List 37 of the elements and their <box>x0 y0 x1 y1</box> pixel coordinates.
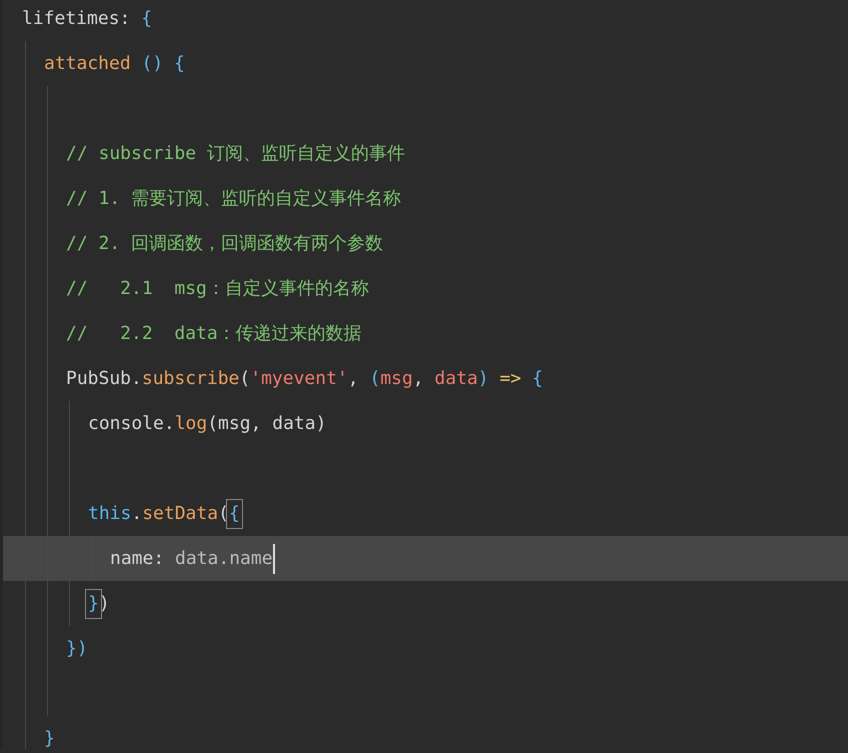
code-text: ) <box>98 592 110 616</box>
code-text: } <box>44 727 55 749</box>
code-text: data.name <box>175 547 273 572</box>
code-text: data <box>434 367 478 392</box>
code-text: PubSub. <box>66 367 142 392</box>
code-text: ( <box>369 367 380 392</box>
code-text: }) <box>66 637 88 662</box>
code-text: // 2.2 data：传递过来的数据 <box>66 322 362 346</box>
text-cursor <box>272 544 275 574</box>
code-text: ( <box>218 502 229 526</box>
code-text: // subscribe 订阅、监听自定义的事件 <box>66 142 405 166</box>
code-text: log <box>174 412 208 436</box>
code-text: { <box>228 502 240 526</box>
code-text: console. <box>88 412 175 436</box>
code-text: (msg, data) <box>207 412 326 436</box>
code-text: // 2.1 msg：自定义事件的名称 <box>66 277 369 302</box>
code-text: { <box>531 367 543 392</box>
code-text: , <box>348 367 360 392</box>
code-text: , <box>412 367 425 392</box>
code-text: // 2. 回调函数，回调函数有两个参数 <box>66 232 384 256</box>
code-text: () { <box>140 52 185 76</box>
code-text: setData <box>142 502 218 526</box>
code-text: attached <box>44 52 131 76</box>
code-text: lifetimes: <box>22 7 132 32</box>
code-text: ( <box>239 367 250 392</box>
code-editor[interactable] <box>0 0 848 749</box>
code-text: msg <box>380 367 413 392</box>
code-text: // 1. 需要订阅、监听的自定义事件名称 <box>66 187 402 212</box>
code-text: subscribe <box>142 367 240 392</box>
code-text: 'myevent' <box>250 367 348 392</box>
code-text: ) <box>478 367 489 392</box>
code-text: name: <box>110 547 166 572</box>
code-text: { <box>141 7 152 32</box>
code-text: this <box>88 502 132 526</box>
code-text: } <box>88 592 99 616</box>
code-text: => <box>498 367 522 392</box>
code-text: . <box>131 502 142 526</box>
